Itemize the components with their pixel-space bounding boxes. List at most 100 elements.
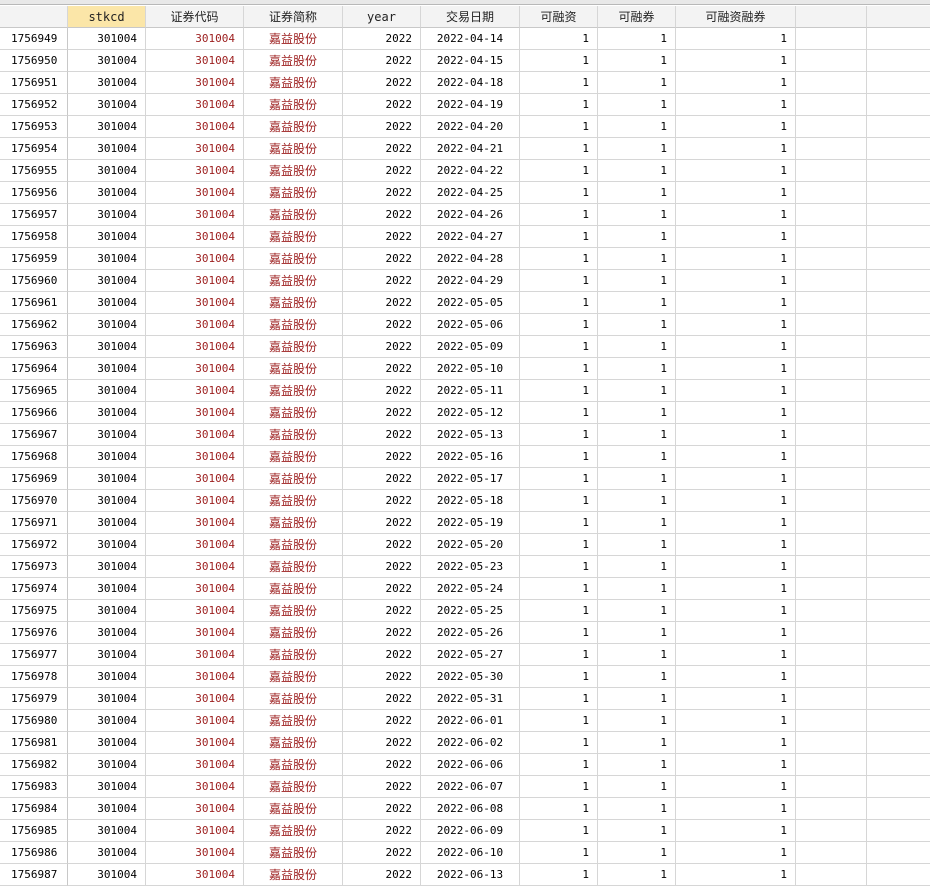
cell-security-code[interactable]: 301004 [146,292,244,314]
table-row[interactable]: 1756958 301004 301004 嘉益股份 2022 2022-04-27 1 1 1 [0,226,930,248]
cell-stkcd[interactable]: 301004 [68,578,146,600]
cell-security-name[interactable]: 嘉益股份 [244,468,343,490]
row-number[interactable]: 1756966 [0,402,68,424]
cell-security-name[interactable]: 嘉益股份 [244,72,343,94]
cell-security-name[interactable]: 嘉益股份 [244,94,343,116]
cell-stkcd[interactable]: 301004 [68,336,146,358]
table-row[interactable]: 1756980 301004 301004 嘉益股份 2022 2022-06-01 1 1 1 [0,710,930,732]
cell-stkcd[interactable]: 301004 [68,270,146,292]
cell-security-code[interactable]: 301004 [146,380,244,402]
cell-margin-financing[interactable]: 1 [520,94,598,116]
row-number[interactable]: 1756961 [0,292,68,314]
row-number[interactable]: 1756980 [0,710,68,732]
cell-securities-lending[interactable]: 1 [598,336,676,358]
table-row[interactable]: 1756967 301004 301004 嘉益股份 2022 2022-05-13 1 1 1 [0,424,930,446]
cell-year[interactable]: 2022 [343,798,421,820]
cell-margin-both[interactable]: 1 [676,798,796,820]
cell-security-code[interactable]: 301004 [146,424,244,446]
row-number[interactable]: 1756960 [0,270,68,292]
row-number[interactable]: 1756975 [0,600,68,622]
cell-stkcd[interactable]: 301004 [68,798,146,820]
table-row[interactable]: 1756951 301004 301004 嘉益股份 2022 2022-04-18 1 1 1 [0,72,930,94]
column-header-security-name[interactable]: 证券简称 [244,6,343,28]
cell-stkcd[interactable]: 301004 [68,402,146,424]
cell-trade-date[interactable]: 2022-06-02 [421,732,520,754]
cell-security-code[interactable]: 301004 [146,182,244,204]
cell-margin-both[interactable]: 1 [676,50,796,72]
cell-year[interactable]: 2022 [343,226,421,248]
row-number[interactable]: 1756971 [0,512,68,534]
cell-margin-financing[interactable]: 1 [520,28,598,50]
cell-stkcd[interactable]: 301004 [68,28,146,50]
cell-securities-lending[interactable]: 1 [598,776,676,798]
table-row[interactable]: 1756959 301004 301004 嘉益股份 2022 2022-04-28 1 1 1 [0,248,930,270]
table-row[interactable]: 1756964 301004 301004 嘉益股份 2022 2022-05-10 1 1 1 [0,358,930,380]
cell-margin-financing[interactable]: 1 [520,798,598,820]
cell-securities-lending[interactable]: 1 [598,94,676,116]
cell-margin-financing[interactable]: 1 [520,116,598,138]
cell-margin-both[interactable]: 1 [676,182,796,204]
cell-margin-both[interactable]: 1 [676,578,796,600]
cell-security-code[interactable]: 301004 [146,666,244,688]
cell-security-name[interactable]: 嘉益股份 [244,776,343,798]
row-number[interactable]: 1756950 [0,50,68,72]
cell-margin-both[interactable]: 1 [676,490,796,512]
table-row[interactable]: 1756986 301004 301004 嘉益股份 2022 2022-06-10 1 1 1 [0,842,930,864]
table-row[interactable]: 1756983 301004 301004 嘉益股份 2022 2022-06-07 1 1 1 [0,776,930,798]
table-row[interactable]: 1756984 301004 301004 嘉益股份 2022 2022-06-08 1 1 1 [0,798,930,820]
cell-margin-both[interactable]: 1 [676,424,796,446]
table-row[interactable]: 1756950 301004 301004 嘉益股份 2022 2022-04-15 1 1 1 [0,50,930,72]
column-header-security-code[interactable]: 证券代码 [146,6,244,28]
cell-margin-both[interactable]: 1 [676,94,796,116]
cell-margin-both[interactable]: 1 [676,226,796,248]
cell-margin-both[interactable]: 1 [676,402,796,424]
table-row[interactable]: 1756955 301004 301004 嘉益股份 2022 2022-04-22 1 1 1 [0,160,930,182]
cell-trade-date[interactable]: 2022-05-05 [421,292,520,314]
cell-security-name[interactable]: 嘉益股份 [244,666,343,688]
cell-stkcd[interactable]: 301004 [68,314,146,336]
cell-security-name[interactable]: 嘉益股份 [244,248,343,270]
cell-securities-lending[interactable]: 1 [598,28,676,50]
cell-margin-financing[interactable]: 1 [520,578,598,600]
cell-trade-date[interactable]: 2022-05-26 [421,622,520,644]
cell-security-name[interactable]: 嘉益股份 [244,534,343,556]
row-number[interactable]: 1756982 [0,754,68,776]
cell-security-code[interactable]: 301004 [146,468,244,490]
cell-security-code[interactable]: 301004 [146,50,244,72]
table-row[interactable]: 1756965 301004 301004 嘉益股份 2022 2022-05-11 1 1 1 [0,380,930,402]
cell-security-code[interactable]: 301004 [146,446,244,468]
table-row[interactable]: 1756970 301004 301004 嘉益股份 2022 2022-05-18 1 1 1 [0,490,930,512]
cell-stkcd[interactable]: 301004 [68,446,146,468]
cell-margin-both[interactable]: 1 [676,116,796,138]
cell-stkcd[interactable]: 301004 [68,732,146,754]
cell-securities-lending[interactable]: 1 [598,292,676,314]
row-number[interactable]: 1756984 [0,798,68,820]
cell-margin-financing[interactable]: 1 [520,182,598,204]
cell-security-name[interactable]: 嘉益股份 [244,380,343,402]
cell-margin-both[interactable]: 1 [676,446,796,468]
row-number[interactable]: 1756981 [0,732,68,754]
row-number[interactable]: 1756977 [0,644,68,666]
cell-margin-both[interactable]: 1 [676,776,796,798]
cell-security-name[interactable]: 嘉益股份 [244,842,343,864]
cell-margin-both[interactable]: 1 [676,622,796,644]
row-number[interactable]: 1756969 [0,468,68,490]
table-row[interactable]: 1756981 301004 301004 嘉益股份 2022 2022-06-02 1 1 1 [0,732,930,754]
cell-year[interactable]: 2022 [343,666,421,688]
cell-year[interactable]: 2022 [343,710,421,732]
cell-securities-lending[interactable]: 1 [598,798,676,820]
cell-margin-both[interactable]: 1 [676,864,796,886]
cell-margin-financing[interactable]: 1 [520,402,598,424]
table-row[interactable]: 1756975 301004 301004 嘉益股份 2022 2022-05-25 1 1 1 [0,600,930,622]
cell-securities-lending[interactable]: 1 [598,864,676,886]
cell-stkcd[interactable]: 301004 [68,512,146,534]
column-header-year[interactable]: year [343,6,421,28]
row-number[interactable]: 1756959 [0,248,68,270]
cell-security-code[interactable]: 301004 [146,556,244,578]
column-header-securities-lending[interactable]: 可融券 [598,6,676,28]
cell-security-code[interactable]: 301004 [146,160,244,182]
cell-securities-lending[interactable]: 1 [598,754,676,776]
cell-margin-financing[interactable]: 1 [520,380,598,402]
cell-securities-lending[interactable]: 1 [598,358,676,380]
cell-margin-both[interactable]: 1 [676,358,796,380]
